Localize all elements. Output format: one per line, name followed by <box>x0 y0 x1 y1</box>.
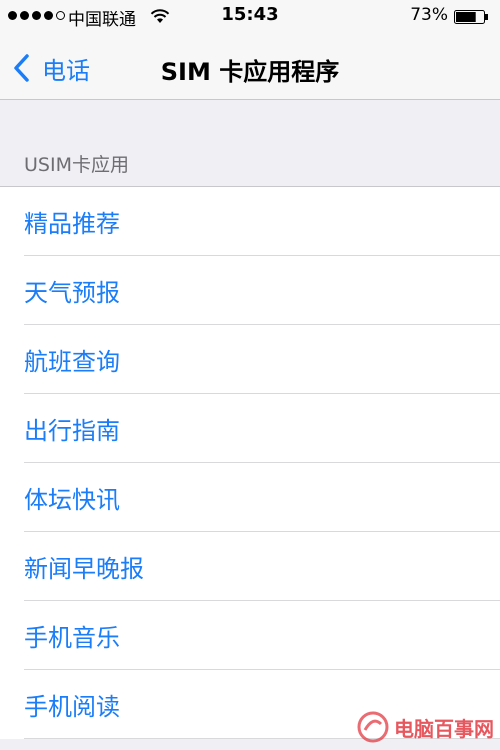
list-item[interactable]: 天气预报 <box>0 256 500 325</box>
list-item-label: 手机音乐 <box>24 624 120 652</box>
watermark-logo-icon <box>357 711 389 743</box>
list-item[interactable]: 出行指南 <box>0 394 500 463</box>
list-item-label: 体坛快讯 <box>24 486 120 514</box>
list-item-label: 航班查询 <box>24 348 120 376</box>
section-header: USIM卡应用 <box>24 154 129 176</box>
list-item-label: 手机阅读 <box>24 693 120 721</box>
list-item-label: 新闻早晚报 <box>24 555 144 583</box>
list-item-label: 精品推荐 <box>24 210 120 238</box>
watermark: 电脑百事网 <box>356 710 494 744</box>
watermark-text: 电脑百事网 <box>394 716 494 741</box>
list-item-label: 出行指南 <box>24 417 120 445</box>
list-item[interactable]: 精品推荐 <box>0 187 500 256</box>
list-item[interactable]: 新闻早晚报 <box>0 532 500 601</box>
list-item[interactable]: 航班查询 <box>0 325 500 394</box>
navigation-bar: 电话 SIM 卡应用程序 <box>0 33 500 100</box>
sim-app-list: 精品推荐 天气预报 航班查询 出行指南 体坛快讯 新闻早晚报 手机音乐 手机阅读 <box>0 186 500 739</box>
list-item[interactable]: 手机音乐 <box>0 601 500 670</box>
list-item[interactable]: 体坛快讯 <box>0 463 500 532</box>
page-title: SIM 卡应用程序 <box>160 58 340 86</box>
battery-icon <box>454 10 488 24</box>
list-item-label: 天气预报 <box>24 279 120 307</box>
battery-percent: 73% <box>410 5 448 25</box>
status-bar: 中国联通 15:43 73% <box>0 0 500 33</box>
